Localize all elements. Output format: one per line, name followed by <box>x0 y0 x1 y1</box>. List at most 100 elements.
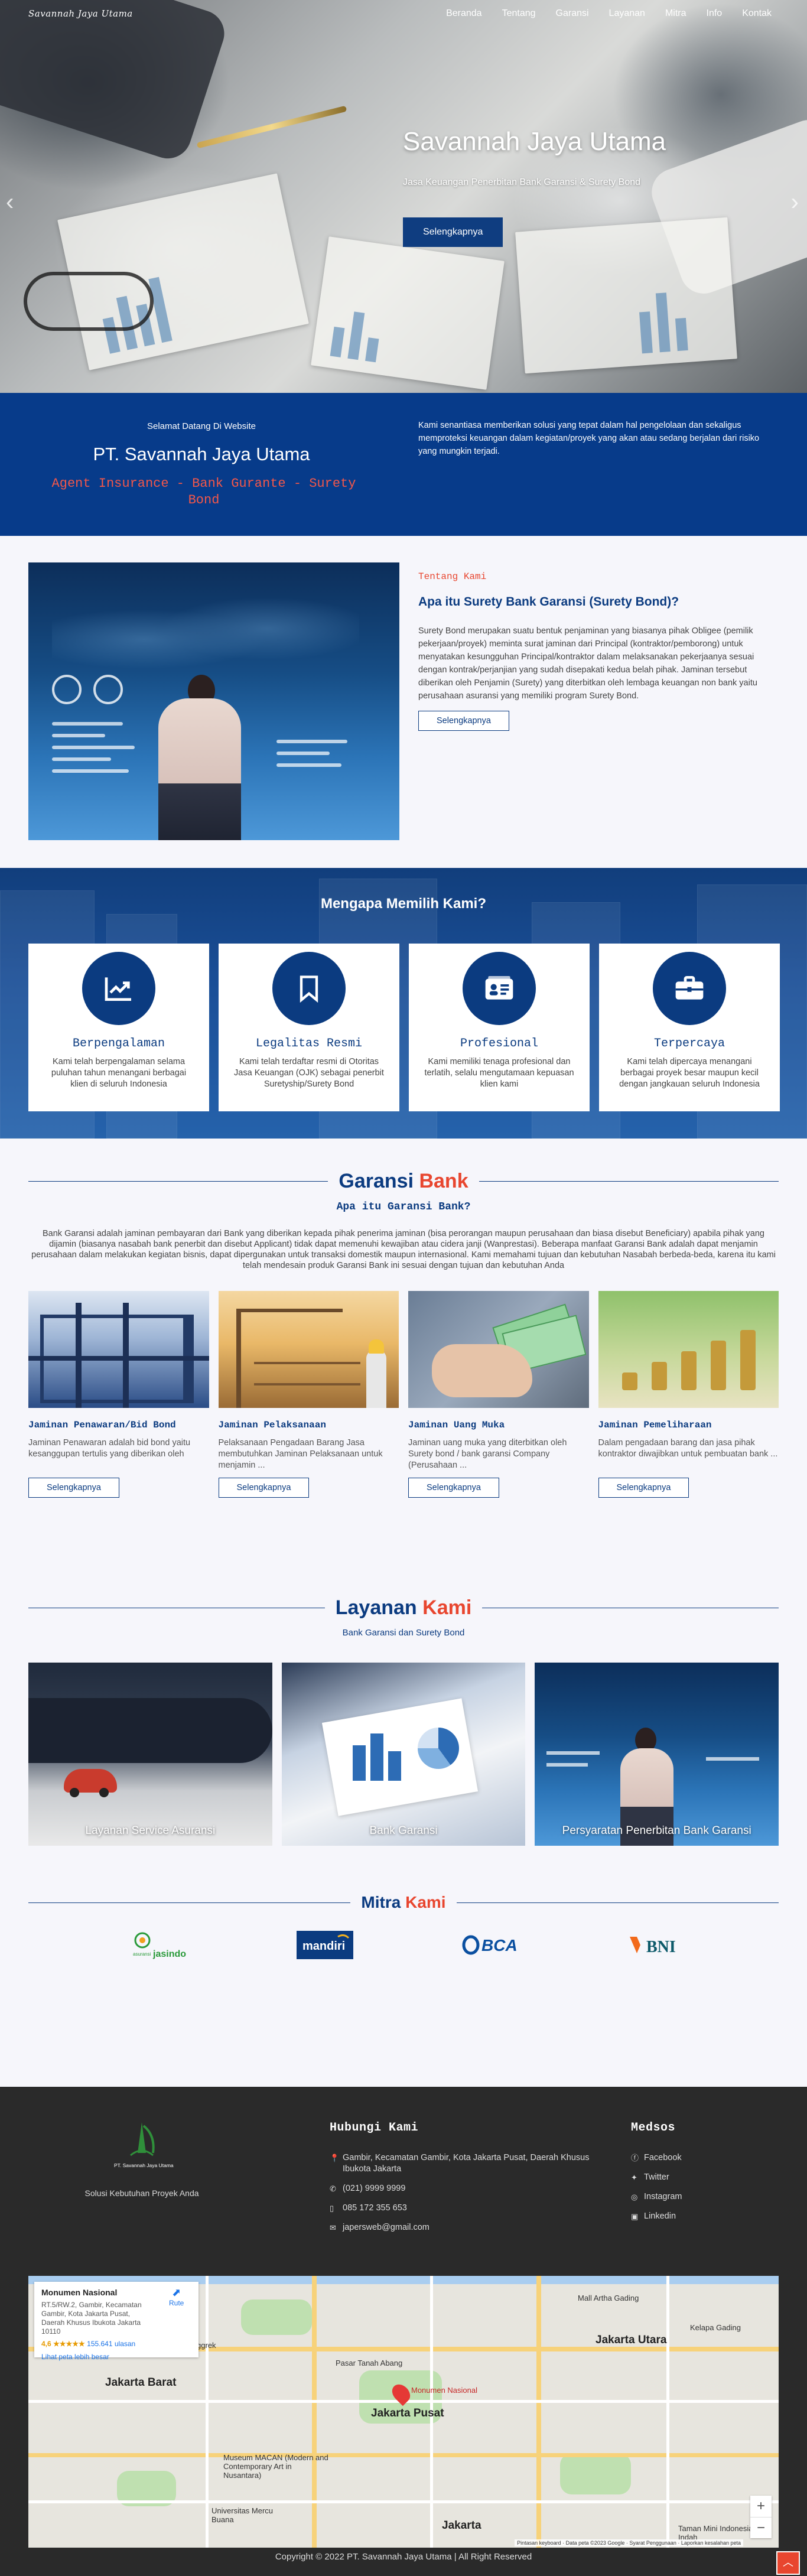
about-title: Apa itu Surety Bank Garansi (Surety Bond… <box>418 595 679 609</box>
chart-icon <box>82 952 155 1025</box>
footer-social: Medsos ⓕ Facebook ✦ Twitter ◎ Instagram ▣ Li… <box>631 2121 749 2222</box>
slider-prev-icon[interactable]: ‹ <box>6 189 14 216</box>
footer-email[interactable]: japersweb@gmail.com <box>343 2222 429 2233</box>
why-card: Terpercaya Kami telah dipercaya menangan… <box>599 944 780 1111</box>
about-more-button[interactable]: Selengkapnya <box>418 711 509 731</box>
mobile-icon: ▯ <box>330 2204 334 2213</box>
social-link-twitter[interactable]: Twitter <box>644 2172 669 2183</box>
why-card-title: Terpercaya <box>653 1037 725 1050</box>
map-label: Jakarta Pusat <box>371 2407 444 2419</box>
partner-logo-jasindo: asuransi jasindo <box>125 1928 190 1962</box>
garansi-card-text: Dalam pengadaan barang dan jasa pihak ko… <box>598 1438 778 1459</box>
glasses-decor <box>24 272 154 331</box>
why-card-text: Kami telah terdaftar resmi di Otoritas J… <box>234 1057 384 1089</box>
mitra-title-accent: Kami <box>405 1893 446 1911</box>
garansi-card-text: Pelaksanaan Pengadaan Barang Jasa membut… <box>218 1438 383 1470</box>
slider-next-icon[interactable]: › <box>791 189 799 216</box>
nav-item-mitra[interactable]: Mitra <box>665 8 686 19</box>
garansi-card: Jaminan Penawaran/Bid Bond Jaminan Penaw… <box>28 1291 209 1498</box>
nav-item-tentang[interactable]: Tentang <box>502 8 536 19</box>
layanan-card-caption: Bank Garansi <box>369 1824 438 1837</box>
zoom-in-button[interactable]: + <box>750 2496 772 2517</box>
footer-mobile[interactable]: 085 172 355 653 <box>343 2203 407 2214</box>
hero-decor <box>311 236 505 390</box>
nav-item-beranda[interactable]: Beranda <box>446 8 482 19</box>
hero-cta-button[interactable]: Selengkapnya <box>403 217 503 247</box>
footer-social-title: Medsos <box>631 2121 676 2135</box>
garansi-card-button[interactable]: Selengkapnya <box>408 1478 499 1498</box>
zoom-out-button[interactable]: − <box>750 2517 772 2538</box>
social-link-linkedin[interactable]: Linkedin <box>644 2211 676 2222</box>
site-logo[interactable]: Savannah Jaya Utama <box>28 8 133 19</box>
garansi-card-button[interactable]: Selengkapnya <box>598 1478 689 1498</box>
footer-tagline: Solusi Kebutuhan Proyek Anda <box>84 2188 199 2198</box>
nav-item-kontak[interactable]: Kontak <box>742 8 772 19</box>
briefcase-icon <box>653 952 726 1025</box>
footer-phone[interactable]: (021) 9999 9999 <box>343 2183 405 2194</box>
garansi-card-button[interactable]: Selengkapnya <box>218 1478 310 1498</box>
map-rating: 4,6 ★★★★★ 155.641 ulasan <box>41 2340 136 2348</box>
map-reviews[interactable]: 155.641 ulasan <box>87 2340 135 2348</box>
layanan-title: Layanan <box>335 1596 417 1619</box>
map-larger-link[interactable]: Lihat peta lebih besar <box>41 2353 191 2361</box>
nav-item-info[interactable]: Info <box>707 8 723 19</box>
map-label: Jakarta <box>442 2519 481 2532</box>
mitra-title: Mitra <box>361 1893 401 1911</box>
why-title: Mengapa Memilih Kami? <box>320 896 487 912</box>
garansi-card-button[interactable]: Selengkapnya <box>28 1478 119 1498</box>
facebook-icon: ⓕ <box>631 2154 639 2162</box>
map-attribution: Pintasan keyboard · Data peta ©2023 Goog… <box>515 2539 743 2546</box>
why-card-title: Profesional <box>460 1037 539 1050</box>
svg-text:jasindo: jasindo <box>152 1949 186 1959</box>
map-section: Jakarta Barat Jakarta Pusat Jakarta Utar… <box>0 2276 807 2576</box>
layanan-heading: Layanan Kami <box>0 1596 807 1619</box>
welcome-section: Selamat Datang Di Website PT. Savannah J… <box>0 393 807 536</box>
map-directions[interactable]: ⬈ Rute <box>169 2286 184 2307</box>
welcome-description: Kami senantiasa memberikan solusi yang t… <box>418 421 760 456</box>
garansi-section: Garansi Bank Apa itu Garansi Bank? Bank … <box>0 1139 807 1574</box>
hero-decor <box>0 0 230 165</box>
partner-logo-bca: BCA <box>460 1928 519 1962</box>
main-nav: Beranda Tentang Garansi Layanan Mitra In… <box>446 8 772 19</box>
directions-icon: ⬈ <box>172 2286 181 2298</box>
map-place-address: RT.5/RW.2, Gambir, Kecamatan Gambir, Kot… <box>41 2301 142 2336</box>
back-to-top-icon[interactable]: ︿ <box>776 2551 800 2575</box>
layanan-card[interactable]: Layanan Service Asuransi <box>28 1663 272 1846</box>
about-label: Tentang Kami <box>418 571 487 582</box>
hero-subtitle: Jasa Keuangan Penerbitan Bank Garansi & … <box>403 177 641 187</box>
why-card-title: Legalitas Resmi <box>255 1037 363 1050</box>
why-card-title: Berpengalaman <box>72 1037 165 1050</box>
map-zoom-control: + − <box>750 2496 772 2538</box>
partner-logo-bni: BNI <box>626 1928 683 1962</box>
footer-brand: PT. Savannah Jaya Utama Solusi Kebutuhan… <box>84 2118 199 2198</box>
layanan-card[interactable]: Bank Garansi <box>281 1663 526 1846</box>
layanan-subtitle: Bank Garansi dan Surety Bond <box>342 1628 465 1638</box>
garansi-intro: Bank Garansi adalah jaminan pembayaran d… <box>31 1229 776 1270</box>
why-card: Berpengalaman Kami telah berpengalaman s… <box>28 944 209 1111</box>
layanan-card-caption: Persyaratan Penerbitan Bank Garansi <box>562 1824 751 1837</box>
layanan-card[interactable]: Persyaratan Penerbitan Bank Garansi <box>535 1663 779 1846</box>
embedded-map[interactable]: Jakarta Barat Jakarta Pusat Jakarta Utar… <box>28 2276 779 2548</box>
welcome-greeting: Selamat Datang Di Website <box>147 421 256 431</box>
garansi-card-image <box>408 1291 589 1408</box>
bookmark-icon <box>272 952 346 1025</box>
email-icon: ✉ <box>330 2223 336 2232</box>
garansi-title-accent: Bank <box>419 1170 468 1192</box>
twitter-icon: ✦ <box>631 2173 637 2182</box>
layanan-title-accent: Kami <box>422 1596 472 1619</box>
svg-text:BNI: BNI <box>646 1938 676 1956</box>
map-label: Kelapa Gading <box>690 2323 741 2332</box>
map-marker-icon: 📍 <box>330 2154 340 2162</box>
nav-item-layanan[interactable]: Layanan <box>609 8 645 19</box>
company-logo-icon: PT. Savannah Jaya Utama <box>114 2122 174 2168</box>
nav-item-garansi[interactable]: Garansi <box>556 8 589 19</box>
map-label: Pasar Tanah Abang <box>336 2359 403 2367</box>
why-section: Mengapa Memilih Kami? Berpengalaman Kami… <box>0 868 807 1139</box>
map-label: Monumen Nasional <box>411 2386 478 2395</box>
social-link-facebook[interactable]: Facebook <box>644 2152 682 2164</box>
mitra-heading: Mitra Kami <box>0 1893 807 1912</box>
phone-icon: ✆ <box>330 2184 336 2193</box>
why-card-text: Kami telah dipercaya menangani berbagai … <box>619 1057 760 1089</box>
social-link-instagram[interactable]: Instagram <box>644 2191 682 2203</box>
why-card-text: Kami memiliki tenaga profesional dan ter… <box>424 1057 574 1089</box>
